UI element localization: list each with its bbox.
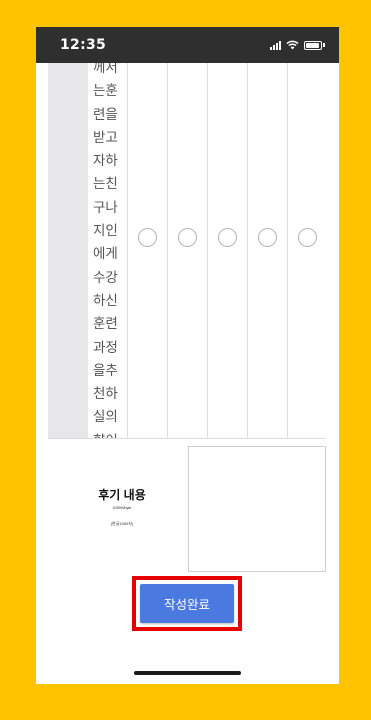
- rating-column-5: [288, 63, 326, 439]
- rating-column-1: [128, 63, 168, 439]
- char-limit-note: (한글1000자): [110, 521, 134, 526]
- rating-column-2: [168, 63, 208, 439]
- status-time: 12:35: [60, 37, 107, 53]
- wifi-icon: [286, 40, 299, 50]
- question-number-cell: [48, 63, 88, 439]
- rating-column-3: [208, 63, 248, 439]
- byte-counter: 0/3000byte: [112, 505, 132, 510]
- home-indicator: [134, 671, 241, 675]
- survey-table: 께서는훈련을받고자하는친구나지인에게수강하신훈련과정을추천하실의향이어느정도있으…: [48, 63, 326, 439]
- rating-radio-3[interactable]: [218, 228, 237, 247]
- submit-highlight-frame: 작성완료: [132, 576, 242, 631]
- rating-radio-4[interactable]: [258, 228, 277, 247]
- status-bar: 12:35: [36, 27, 339, 63]
- review-textarea[interactable]: [188, 446, 326, 572]
- question-text: 께서는훈련을받고자하는친구나지인에게수강하신훈련과정을추천하실의향이어느정도있으…: [93, 63, 118, 439]
- rating-radio-1[interactable]: [138, 228, 157, 247]
- rating-column-4: [248, 63, 288, 439]
- submit-button[interactable]: 작성완료: [140, 584, 234, 623]
- status-icons: [270, 40, 325, 50]
- table-divider: [48, 438, 326, 439]
- battery-icon: [304, 40, 322, 50]
- rating-radio-5[interactable]: [298, 228, 317, 247]
- phone-screen: 12:35 께서는훈련을받고자하는친구나지인에게수강하신훈련과정을추천하실의향이…: [36, 27, 339, 684]
- rating-radio-2[interactable]: [178, 228, 197, 247]
- question-cell: 께서는훈련을받고자하는친구나지인에게수강하신훈련과정을추천하실의향이어느정도있으…: [88, 63, 128, 439]
- review-label: 후기 내용: [98, 488, 146, 502]
- battery-tip-icon: [323, 43, 325, 47]
- cellular-signal-icon: [270, 40, 281, 50]
